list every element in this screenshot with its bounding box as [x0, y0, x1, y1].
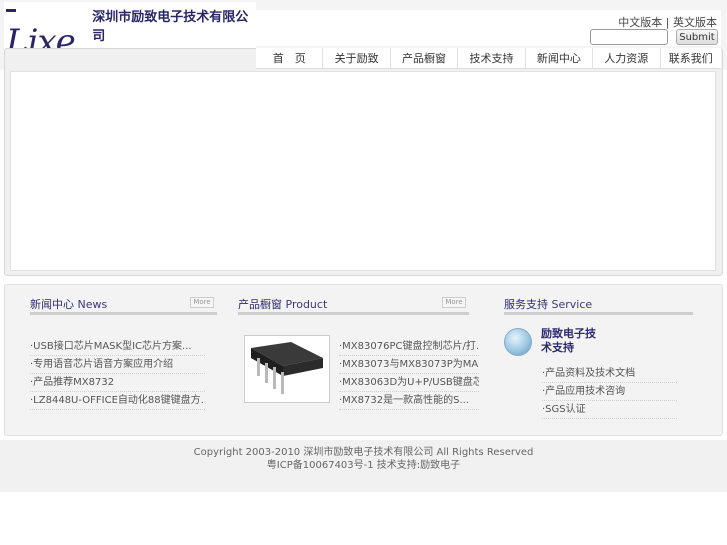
nav-item-contact[interactable]: 联系我们: [661, 48, 721, 68]
toolbar: 中文版本 | 英文版本 Submit: [256, 10, 721, 46]
lang-separator: |: [665, 16, 670, 29]
content-section: 新闻中心 News More ·USB接口芯片MASK型IC芯片方案... ·专…: [4, 284, 723, 436]
news-title-zh: 新闻中心: [30, 298, 74, 311]
news-more-button[interactable]: More: [190, 297, 214, 308]
service-heading-line1: 励致电子技: [541, 327, 596, 340]
product-title-zh: 产品橱窗: [238, 298, 282, 311]
news-title-en: News: [77, 298, 108, 311]
service-item[interactable]: ·产品资料及技术文档: [542, 366, 677, 383]
lang-english-link[interactable]: 英文版本: [673, 16, 717, 29]
banner-area: [10, 71, 716, 271]
service-item[interactable]: ·SGS认证: [542, 402, 677, 419]
service-divider: [504, 312, 693, 315]
service-badge-icon: [504, 328, 532, 356]
service-title: 服务支持 Service: [504, 296, 592, 312]
service-title-en: Service: [551, 298, 593, 311]
logo-dash: [6, 8, 16, 12]
news-divider: [30, 312, 217, 315]
footer: Copyright 2003-2010 深圳市励致电子技术有限公司 All Ri…: [0, 440, 727, 492]
product-item[interactable]: ·MX83076PC键盘控制芯片/打...: [339, 339, 479, 356]
service-heading: 励致电子技 术支持: [541, 327, 596, 355]
product-item[interactable]: ·MX83073与MX83073P为MASK...: [339, 357, 479, 374]
product-item[interactable]: ·MX83063D为U+P/USB键盘芯...: [339, 375, 479, 392]
nav-item-news[interactable]: 新闻中心: [526, 48, 594, 68]
logo[interactable]: Lixe 深圳市励致电子技术有限公司: [4, 2, 256, 59]
product-more-button[interactable]: More: [442, 297, 466, 308]
icp-text: 粤ICP备10067403号-1 技术支持:励致电子: [266, 460, 461, 471]
search-input[interactable]: [590, 29, 668, 45]
product-title: 产品橱窗 Product: [238, 296, 327, 312]
service-title-zh: 服务支持: [504, 298, 548, 311]
news-title: 新闻中心 News: [30, 296, 107, 312]
nav-item-support[interactable]: 技术支持: [458, 48, 526, 68]
submit-button[interactable]: Submit: [676, 29, 718, 45]
product-image[interactable]: [244, 335, 330, 403]
lang-chinese-link[interactable]: 中文版本: [618, 16, 662, 29]
nav-item-home[interactable]: 首 页: [256, 48, 324, 68]
banner-frame: [4, 48, 723, 276]
product-divider: [238, 312, 469, 315]
service-item[interactable]: ·产品应用技术咨询: [542, 384, 677, 401]
nav-item-about[interactable]: 关于励致: [323, 48, 391, 68]
product-item[interactable]: ·MX8732是一款高性能的S...: [339, 393, 479, 410]
news-item[interactable]: ·产品推荐MX8732: [30, 375, 205, 392]
main-nav: 首 页 关于励致 产品橱窗 技术支持 新闻中心 人力资源 联系我们: [256, 48, 721, 69]
nav-item-hr[interactable]: 人力资源: [593, 48, 661, 68]
company-name: 深圳市励致电子技术有限公司: [92, 10, 249, 44]
language-links: 中文版本 | 英文版本: [618, 14, 717, 30]
news-item[interactable]: ·USB接口芯片MASK型IC芯片方案...: [30, 339, 205, 356]
product-title-en: Product: [285, 298, 328, 311]
news-item[interactable]: ·专用语音芯片语音方案应用介绍: [30, 357, 205, 374]
service-heading-line2: 术支持: [541, 341, 574, 354]
copyright-text: Copyright 2003-2010 深圳市励致电子技术有限公司 All Ri…: [193, 447, 534, 458]
chip-icon: [245, 336, 329, 402]
news-item[interactable]: ·LZ8448U-OFFICE自动化88键键盘方...: [30, 393, 205, 410]
nav-item-products[interactable]: 产品橱窗: [391, 48, 459, 68]
